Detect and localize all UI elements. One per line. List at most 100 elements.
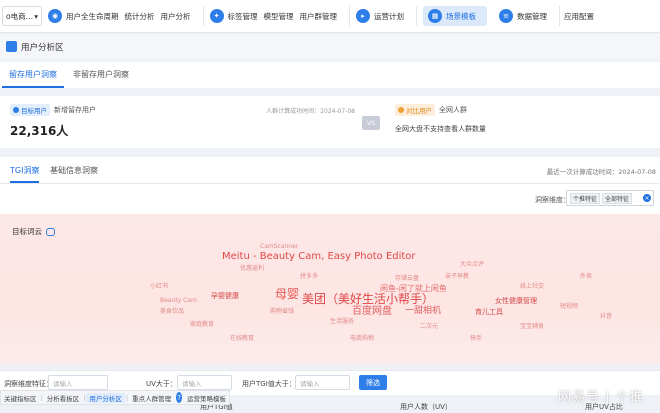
vs-badge: VS [362,116,380,130]
nav-item-statistics[interactable]: 统计分析 [125,11,155,22]
word-cloud-word: 生活服务 [330,318,355,325]
nav-item-model-management[interactable]: 模型管理 [264,11,294,22]
analysis-tabs: TGI洞察 基础信息洞察 最近一次计算成功时间：2024-07-08 [0,157,660,184]
target-user-card: 目标用户 新增留存用户 22,316人 人群计算成功时间：2024-07-08 [10,104,355,142]
user-icon [398,107,404,113]
user-icon [13,107,19,113]
nav-item-app-config[interactable]: 应用配置 [564,11,594,22]
word-cloud-word: 大众点评 [460,261,485,268]
word-cloud-word: 存储云盘 [395,275,420,282]
nav-group-management: ✦ 标签管理 模型管理 用户群管理 [209,6,350,26]
app-selector-label: o电商… [6,11,34,21]
filter-label-tgi: 用户TGI值大于： [242,380,296,388]
feature-filter-input[interactable]: 请输入 [48,375,108,390]
section-tab-key-metrics[interactable]: 关键指标区 [1,393,40,403]
help-icon[interactable]: ? [176,392,182,403]
column-header-uv: 用户人数（UV） [400,403,452,411]
compare-user-tag-text: 对比用户 [406,107,432,115]
nav-item-tag-management[interactable]: 标签管理 [228,11,258,22]
nav-item-user-analysis[interactable]: 用户分析 [161,11,191,22]
cloud-icon [46,227,55,236]
nav-item-operation-plan[interactable]: 运营计划 [374,11,404,22]
comparison-summary: 目标用户 新增留存用户 22,316人 人群计算成功时间：2024-07-08 … [0,96,660,148]
compare-user-tag: 对比用户 [395,104,435,116]
word-cloud-word: 育儿工具 [475,308,503,316]
chart-icon: ◉ [48,9,62,23]
word-cloud-title: 目标词云 [12,226,55,237]
word-cloud-word: 美食饮品 [160,308,185,315]
tab-tgi-insight[interactable]: TGI洞察 [10,165,40,183]
app-selector[interactable]: o电商… ▾ [2,6,42,26]
section-tab-user-analysis[interactable]: 用户分析区 [86,392,125,403]
filter-button[interactable]: 筛选 [359,375,387,390]
word-cloud-word: 女性健康管理 [495,297,537,305]
tgi-filter-input[interactable]: 请输入 [295,375,350,390]
word-cloud-word: 百度网盘 [352,306,392,317]
template-icon: ▦ [428,9,442,23]
section-tab-strategy-templates[interactable]: 运营策略模板 [184,393,229,403]
grid-icon [6,41,17,52]
nav-group-operation: ▸ 运营计划 [356,6,417,26]
word-cloud-word: 小红书 [150,283,169,290]
chevron-down-icon: ▾ [34,11,38,21]
word-cloud-word: 外卖 [580,273,593,280]
word-cloud-word: Beauty Cam [160,297,197,304]
word-cloud-word: 美团（美好生活小帮手） [302,292,435,306]
tag-icon: ✦ [209,9,224,23]
watermark: 网易号 | 个推 [558,390,644,405]
insight-tabs: 留存用户洞察 非留存用户洞察 [0,62,660,88]
nav-group-analysis: ◉ 用户全生命周期 统计分析 用户分析 [48,6,204,26]
word-cloud-word: 优惠返利 [240,265,265,272]
nav-item-group-management[interactable]: 用户群管理 [300,11,338,22]
tab-non-retained-users[interactable]: 非留存用户洞察 [66,69,136,88]
section-tab-key-groups[interactable]: 重点人群管理 [129,393,174,403]
word-cloud-word: 母婴 [275,287,300,301]
word-cloud-panel: 目标词云 Meitu - Beauty Cam, Easy Photo Edit… [0,214,660,364]
target-user-label: 新增留存用户 [54,106,96,114]
database-icon: ≡ [499,9,513,23]
word-cloud-word: 短视频 [560,303,579,310]
word-cloud-word: 一甜相机 [405,306,442,316]
dimension-row: 洞察维度： 个推特征 全部特征 × [0,184,660,214]
word-cloud-title-text: 目标词云 [12,227,42,236]
word-cloud-word: 电商购物 [350,335,375,342]
compare-user-label-row: 对比用户 全网人群 [395,104,655,116]
section-tabs: 关键指标区 | 分析看板区 | 用户分析区 | 重点人群管理 ? 运营策略模板 [0,390,230,405]
word-cloud-word: 家庭教育 [190,321,215,328]
target-user-count: 22,316人 [10,124,69,138]
last-updated: 最近一次计算成功时间：2024-07-08 [546,168,656,176]
word-cloud-word: 闲鱼-闲了就上闲鱼 [380,284,447,293]
dimension-tag[interactable]: 个推特征 [570,192,601,204]
word-cloud-word: 购物省钱 [270,308,295,315]
compare-user-card: 对比用户 全网人群 全网大盘不支持查看人群数量 [395,104,655,142]
word-cloud-word: 快手 [470,335,483,342]
nav-group-scene: ▦ 场景模板 [423,6,487,26]
word-cloud-word: 宝宝辅食 [520,323,545,330]
tab-retained-users[interactable]: 留存用户洞察 [2,69,64,88]
word-cloud-word: 孕婴健康 [211,292,239,300]
compare-user-label: 全网人群 [439,106,467,114]
plan-icon: ▸ [356,9,370,23]
target-user-tag: 目标用户 [10,104,50,116]
word-cloud-word: Meitu - Beauty Cam, Easy Photo Editor [222,251,416,262]
target-user-calc-date: 人群计算成功时间：2024-07-08 [266,108,355,115]
nav-group-data: ≡ 数据管理 [499,6,560,26]
nav-item-lifecycle[interactable]: 用户全生命周期 [66,11,119,22]
page-title: 用户分析区 [21,42,64,53]
nav-item-data-management[interactable]: 数据管理 [517,11,547,22]
section-tab-dashboard[interactable]: 分析看板区 [44,393,83,403]
dimension-select[interactable]: 个推特征 全部特征 × [566,190,654,206]
filter-label-feature: 洞察维度特征： [4,380,53,388]
word-cloud-word: 线上社交 [520,283,545,290]
word-cloud-word: 亲子早教 [445,273,470,280]
top-navigation: o电商… ▾ ◉ 用户全生命周期 统计分析 用户分析 ✦ 标签管理 模型管理 用… [0,0,660,33]
word-cloud-word: 抖音 [600,313,613,320]
dimension-tag[interactable]: 全部特征 [602,192,633,204]
nav-item-scene-template[interactable]: 场景模板 [446,11,476,22]
uv-filter-input[interactable]: 请输入 [177,375,232,390]
target-user-tag-text: 目标用户 [21,107,47,115]
tab-basic-info-insight[interactable]: 基础信息洞察 [50,165,98,176]
clear-icon[interactable]: × [643,194,651,202]
filter-label-uv: UV大于： [146,380,177,388]
word-cloud-word: CamScanner [260,243,299,250]
